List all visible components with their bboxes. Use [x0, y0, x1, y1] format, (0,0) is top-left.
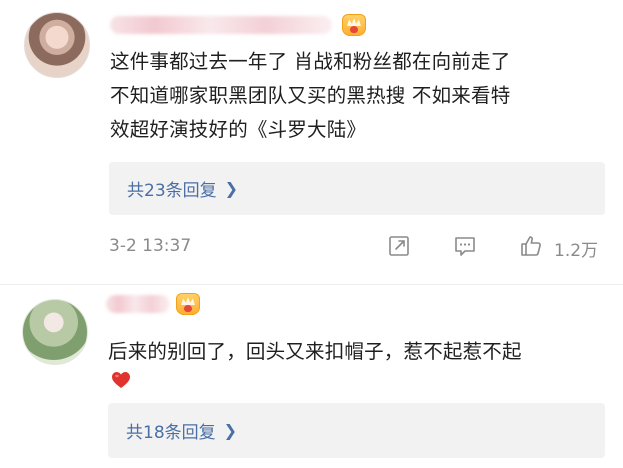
like-icon[interactable] — [519, 234, 543, 258]
red-heart-icon — [112, 372, 130, 388]
replies-box[interactable]: 共18条回复 ❯ — [108, 403, 605, 458]
timestamp: 3-2 13:37 — [109, 236, 192, 256]
replies-count-label: 共18条回复 — [126, 423, 216, 443]
comment-text: 后来的别回了，回头又来扣帽子，惹不起惹不起 — [108, 335, 608, 369]
comment-icon[interactable] — [453, 234, 477, 258]
username-redacted[interactable] — [110, 16, 332, 34]
comment-text-line: 这件事都过去一年了 肖战和粉丝都在向前走了 — [110, 50, 511, 73]
avatar[interactable] — [24, 12, 90, 78]
view-replies-link[interactable]: 共18条回复 ❯ — [126, 403, 237, 458]
avatar[interactable] — [22, 299, 88, 365]
weibo-comment-list: 这件事都过去一年了 肖战和粉丝都在向前走了 不知道哪家职黑团队又买的黑热搜 不如… — [0, 0, 623, 468]
vip-badge-icon — [342, 14, 366, 36]
replies-box[interactable]: 共23条回复 ❯ — [109, 162, 605, 215]
comment-text-line: 效超好演技好的《斗罗大陆》 — [110, 118, 367, 141]
comment-text: 这件事都过去一年了 肖战和粉丝都在向前走了 不知道哪家职黑团队又买的黑热搜 不如… — [110, 45, 610, 147]
username-redacted[interactable] — [106, 295, 170, 313]
like-count: 1.2万 — [554, 241, 599, 261]
comment-item: 后来的别回了，回头又来扣帽子，惹不起惹不起 共18条回复 ❯ — [0, 285, 623, 468]
replies-count-label: 共23条回复 — [127, 181, 217, 201]
vip-badge-icon — [176, 293, 200, 315]
chevron-right-icon: ❯ — [224, 179, 239, 198]
comment-text-line: 不知道哪家职黑团队又买的黑热搜 不如来看特 — [110, 84, 511, 107]
share-icon[interactable] — [387, 234, 411, 258]
chevron-right-icon: ❯ — [223, 421, 238, 440]
view-replies-link[interactable]: 共23条回复 ❯ — [127, 162, 238, 215]
comment-item: 这件事都过去一年了 肖战和粉丝都在向前走了 不知道哪家职黑团队又买的黑热搜 不如… — [0, 0, 623, 285]
comment-meta-row: 3-2 13:37 1.2万 — [0, 230, 623, 264]
comment-text-line: 后来的别回了，回头又来扣帽子，惹不起惹不起 — [108, 340, 522, 363]
